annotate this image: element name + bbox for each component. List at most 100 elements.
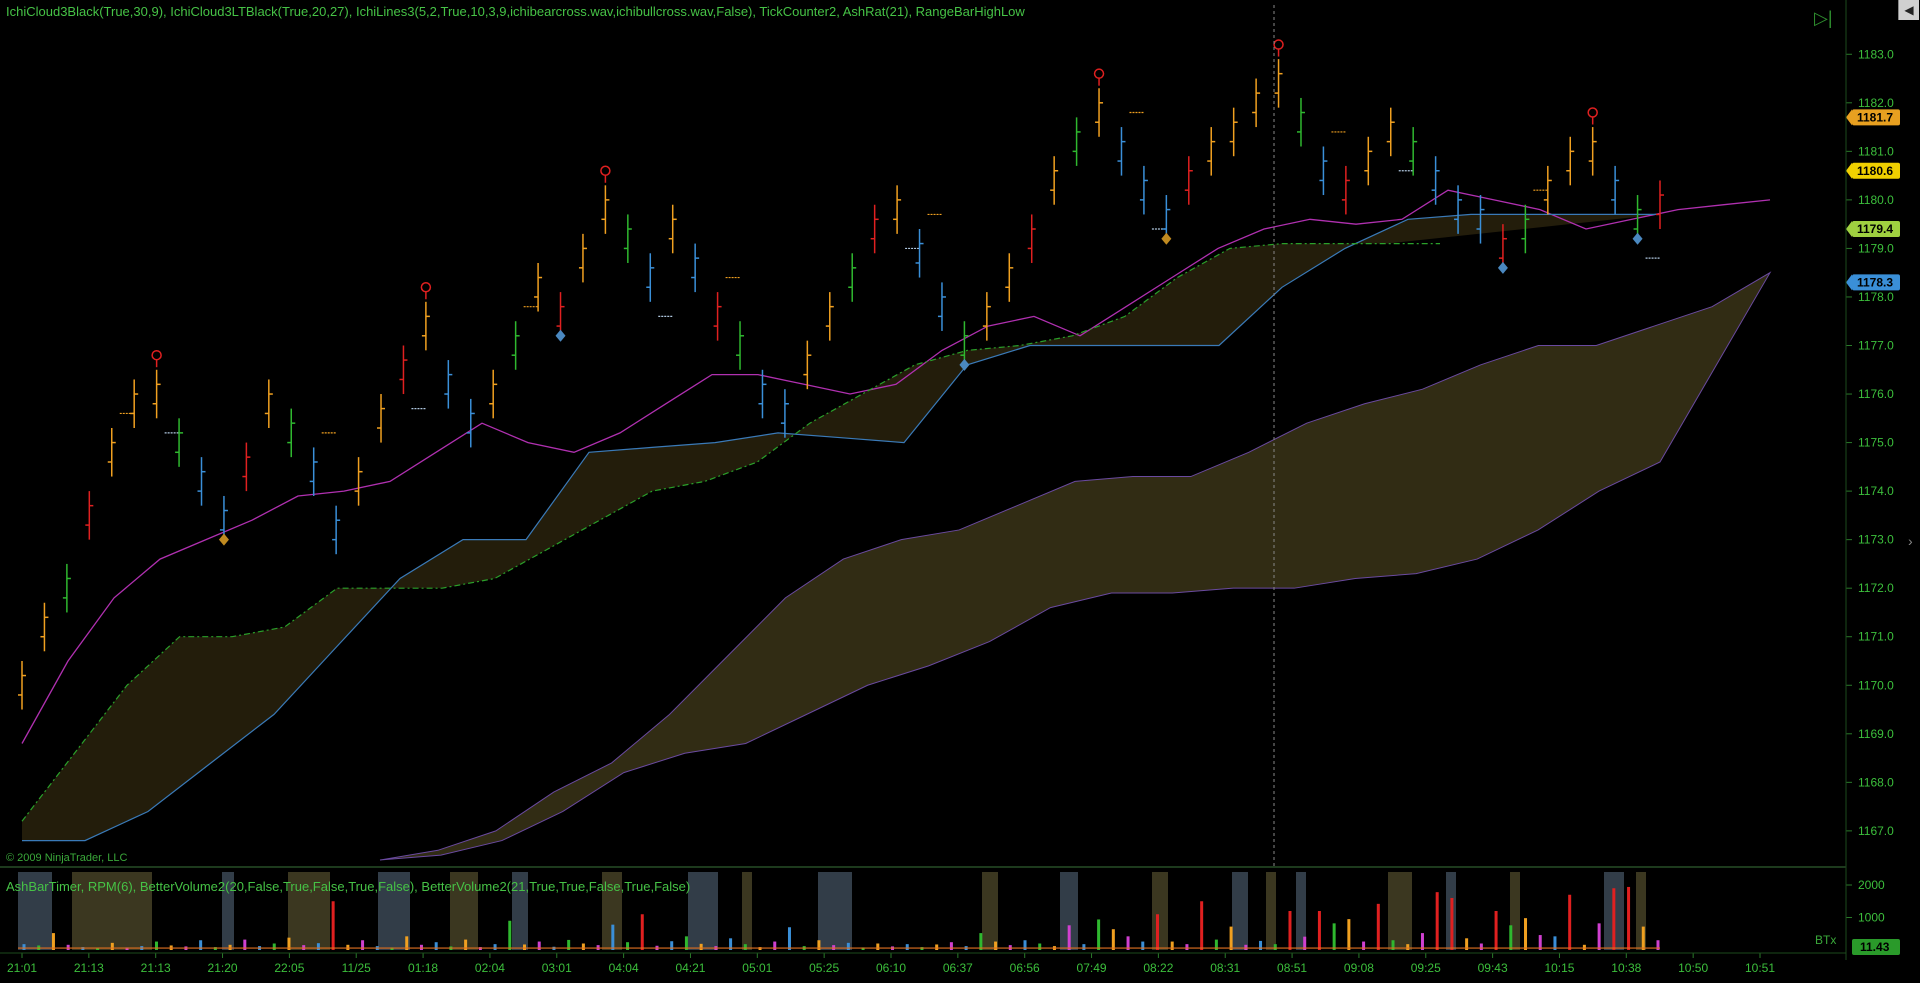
x-tick-label: 01:18 [408, 961, 438, 975]
volume-bar [1170, 941, 1174, 950]
x-tick-label: 09:25 [1411, 961, 1441, 975]
y-tick-label: 1171.0 [1858, 630, 1894, 644]
price-tag-label: 1181.7 [1857, 110, 1893, 124]
volume-tick-label: 1000 [1858, 911, 1885, 925]
volume-bar [773, 941, 777, 950]
x-tick-label: 07:49 [1077, 961, 1107, 975]
x-tick-label: 06:37 [943, 961, 973, 975]
y-tick-label: 1178.0 [1858, 290, 1894, 304]
volume-bar [1568, 894, 1572, 950]
y-tick-label: 1167.0 [1858, 824, 1894, 838]
x-tick-label: 02:04 [475, 961, 505, 975]
volume-bar [537, 941, 541, 950]
timer-block [1232, 872, 1248, 950]
y-tick-label: 1170.0 [1858, 678, 1894, 692]
volume-bar [1155, 914, 1159, 950]
volume-bar [670, 941, 674, 950]
timer-block [742, 872, 752, 950]
x-tick-label: 10:15 [1544, 961, 1574, 975]
volume-bar [1479, 943, 1483, 950]
y-tick-label: 1168.0 [1858, 775, 1894, 789]
timer-block [818, 872, 852, 950]
volume-bar [228, 944, 232, 950]
x-tick-label: 05:25 [809, 961, 839, 975]
x-tick-label: 21:13 [141, 961, 171, 975]
x-tick-label: 09:08 [1344, 961, 1374, 975]
panel-separator[interactable] [0, 866, 1846, 868]
volume-bar [1200, 901, 1204, 950]
btx-label: BTx [1815, 933, 1837, 947]
volume-bar [1362, 941, 1366, 950]
volume-bar [611, 924, 615, 950]
x-tick-label: 11/25 [342, 961, 371, 975]
y-tick-label: 1173.0 [1858, 533, 1894, 547]
price-tag-label: 1179.4 [1857, 222, 1893, 236]
y-tick-label: 1172.0 [1858, 581, 1894, 595]
volume-bar [66, 944, 70, 950]
x-tick-label: 08:51 [1277, 961, 1307, 975]
timer-block [1266, 872, 1276, 950]
chevron-right-icon[interactable]: › [1908, 533, 1913, 549]
scroll-left-button[interactable]: ◀ [1898, 0, 1919, 20]
y-tick-label: 1183.0 [1858, 47, 1894, 61]
price-tag-label: 1180.6 [1857, 164, 1893, 178]
volume-bar [110, 942, 114, 950]
x-tick-label: 04:04 [609, 961, 639, 975]
volume-bar [1229, 926, 1233, 950]
volume-bar [949, 942, 953, 950]
x-tick-label: 06:10 [876, 961, 906, 975]
x-tick-label: 06:56 [1010, 961, 1040, 975]
volume-bar [1627, 886, 1631, 950]
volume-bar [876, 943, 880, 950]
volume-bar [493, 944, 497, 950]
volume-bar [419, 944, 423, 950]
volume-bar [1494, 911, 1498, 950]
volume-bar [1509, 925, 1513, 950]
volume-bar [1185, 944, 1189, 950]
volume-bar [626, 942, 630, 950]
volume-bar [994, 941, 998, 950]
timer-block [688, 872, 718, 950]
volume-bar [581, 943, 585, 950]
volume-value-label: 11.43 [1860, 940, 1890, 954]
y-tick-label: 1180.0 [1858, 193, 1894, 207]
y-tick-label: 1177.0 [1858, 338, 1894, 352]
x-tick-label: 22:05 [274, 961, 304, 975]
price-chart[interactable]: 1183.0 1182.0 1181.0 1180.0 1179.0 1178.0 1177… [0, 0, 1920, 983]
volume-panel-title: AshBarTimer, RPM(6), BetterVolume2(20,Fa… [6, 879, 691, 894]
x-tick-label: 05:01 [742, 961, 772, 975]
volume-bar [743, 944, 747, 950]
goto-end-icon[interactable]: ▷| [1814, 8, 1833, 29]
x-tick-label: 10:50 [1678, 961, 1708, 975]
volume-bar [846, 942, 850, 950]
x-tick-label: 03:01 [542, 961, 572, 975]
volume-bar [1082, 944, 1086, 950]
price-tag-label: 1178.3 [1857, 275, 1893, 289]
volume-bar [1612, 888, 1616, 950]
x-tick-label: 08:22 [1143, 961, 1173, 975]
volume-bar [1288, 911, 1292, 950]
copyright-text: © 2009 NinjaTrader, LLC [6, 852, 128, 864]
volume-bar [1332, 923, 1336, 950]
timer-block [1152, 872, 1168, 950]
volume-bar [316, 943, 320, 950]
volume-bar [1141, 941, 1145, 950]
volume-bar [346, 944, 350, 950]
y-tick-label: 1176.0 [1858, 387, 1894, 401]
volume-bar [272, 943, 276, 950]
volume-bar [1435, 892, 1439, 950]
volume-bar [154, 941, 158, 950]
timer-block [982, 872, 998, 950]
volume-bar [1347, 919, 1351, 950]
chart-background [0, 0, 1920, 983]
volume-bar [434, 942, 438, 950]
x-tick-label: 21:20 [208, 961, 238, 975]
y-tick-label: 1169.0 [1858, 727, 1894, 741]
volume-bar [1038, 943, 1042, 950]
volume-bar [1524, 918, 1528, 950]
x-tick-label: 04:21 [675, 961, 705, 975]
x-tick-label: 10:51 [1745, 961, 1775, 975]
volume-bar [1244, 944, 1248, 950]
x-tick-label: 21:13 [74, 961, 104, 975]
volume-bar [787, 927, 791, 950]
